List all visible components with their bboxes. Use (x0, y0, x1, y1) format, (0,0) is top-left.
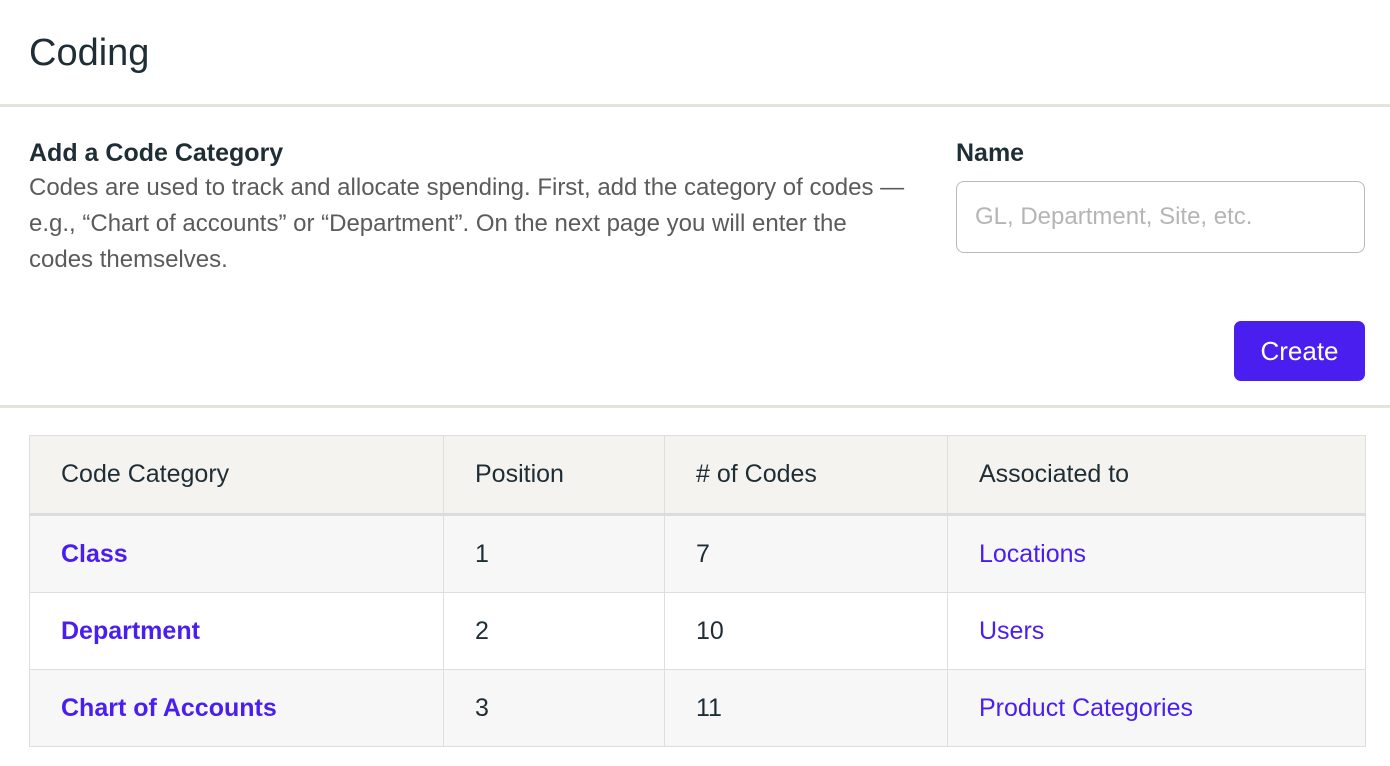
table-row: Class 1 7 Locations (29, 514, 1366, 593)
create-button[interactable]: Create (1234, 321, 1365, 381)
header-associated-to: Associated to (947, 435, 1366, 516)
position-cell: 3 (443, 669, 665, 747)
associated-cell: Product Categories (947, 669, 1366, 747)
category-link-department[interactable]: Department (61, 617, 200, 645)
code-category-table: Code Category Position # of Codes Associ… (29, 435, 1366, 747)
category-link-chart-of-accounts[interactable]: Chart of Accounts (61, 694, 277, 722)
header-position: Position (443, 435, 665, 516)
associated-link-product-categories[interactable]: Product Categories (979, 694, 1193, 722)
code-category-table-container: Code Category Position # of Codes Associ… (29, 435, 1366, 747)
position-cell: 2 (443, 592, 665, 670)
category-cell: Class (29, 514, 444, 593)
header-divider (0, 104, 1390, 107)
category-cell: Department (29, 592, 444, 670)
name-label: Name (956, 139, 1025, 167)
section-divider (0, 405, 1390, 408)
page-title: Coding (29, 32, 150, 74)
category-cell: Chart of Accounts (29, 669, 444, 747)
codes-count-cell: 10 (664, 592, 948, 670)
codes-count-cell: 11 (664, 669, 948, 747)
header-code-category: Code Category (29, 435, 444, 516)
table-row: Chart of Accounts 3 11 Product Categorie… (29, 669, 1366, 747)
table-header-row: Code Category Position # of Codes Associ… (29, 435, 1366, 516)
codes-count-cell: 7 (664, 514, 948, 593)
associated-link-users[interactable]: Users (979, 617, 1044, 645)
position-cell: 1 (443, 514, 665, 593)
table-row: Department 2 10 Users (29, 592, 1366, 670)
header-num-codes: # of Codes (664, 435, 948, 516)
category-link-class[interactable]: Class (61, 540, 128, 568)
form-description: Codes are used to track and allocate spe… (29, 174, 905, 273)
associated-link-locations[interactable]: Locations (979, 540, 1086, 568)
associated-cell: Users (947, 592, 1366, 670)
coding-page: Coding Add a Code Category Codes are use… (0, 0, 1390, 766)
add-category-intro: Add a Code Category Codes are used to tr… (29, 136, 909, 278)
associated-cell: Locations (947, 514, 1366, 593)
name-input[interactable] (956, 181, 1365, 253)
name-field-group: Name (956, 136, 1365, 253)
form-heading: Add a Code Category (29, 139, 284, 167)
